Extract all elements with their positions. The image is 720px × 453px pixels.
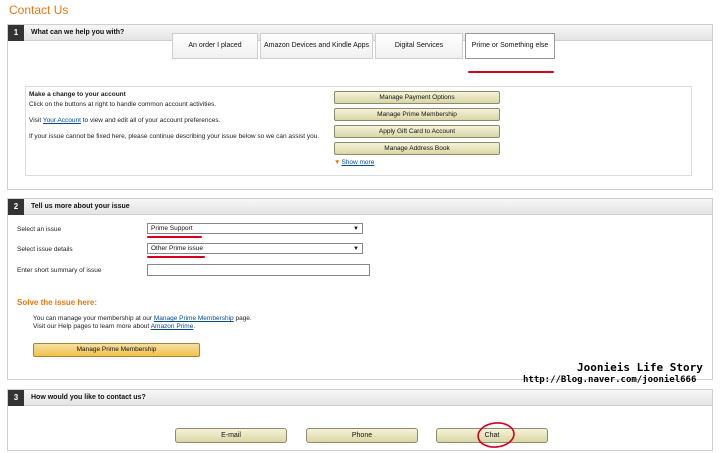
section-header: 3 How would you like to contact us?	[8, 390, 712, 406]
details-select[interactable]: Other Prime issue ▼	[147, 243, 363, 254]
summary-label: Enter short summary of issue	[17, 267, 102, 274]
chevron-down-icon: ▼	[334, 159, 341, 166]
account-heading: Make a change to your account	[29, 91, 126, 98]
tab-devices[interactable]: Amazon Devices and Kindle Apps	[260, 33, 373, 59]
show-more-link[interactable]: ▼Show more	[334, 159, 374, 166]
solve-text: Visit our Help pages to learn more about…	[33, 323, 196, 330]
solve-title: Solve the issue here:	[17, 298, 98, 307]
annotation-circle	[477, 422, 515, 448]
annotation-underline	[147, 256, 205, 258]
step-number: 2	[8, 199, 24, 215]
issue-select[interactable]: Prime Support ▼	[147, 223, 363, 234]
page-title: Contact Us	[9, 3, 69, 17]
apply-gift-card-button[interactable]: Apply Gift Card to Account	[334, 125, 500, 138]
manage-prime-membership-button[interactable]: Manage Prime Membership	[33, 343, 200, 357]
amazon-prime-link[interactable]: Amazon Prime	[151, 323, 194, 330]
annotation-underline	[147, 236, 202, 238]
manage-prime-link[interactable]: Manage Prime Membership	[154, 315, 234, 322]
tab-prime[interactable]: Prime or Something else	[465, 33, 555, 59]
account-text: If your issue cannot be fixed here, plea…	[29, 133, 320, 140]
account-text: Visit Your Account to view and edit all …	[29, 117, 221, 124]
dropdown-arrow-icon: ▼	[353, 226, 359, 232]
watermark-url: http://Blog.naver.com/jooniel666	[523, 375, 697, 385]
issue-label: Select an issue	[17, 226, 62, 233]
tab-order[interactable]: An order I placed	[172, 33, 258, 59]
step-number: 1	[8, 25, 24, 41]
watermark-title: Joonieis Life Story	[577, 361, 703, 374]
section-title: Tell us more about your issue	[31, 203, 130, 210]
solve-text: You can manage your membership at our Ma…	[33, 315, 252, 322]
dropdown-arrow-icon: ▼	[353, 246, 359, 252]
step-number: 3	[8, 390, 24, 406]
your-account-link[interactable]: Your Account	[43, 117, 81, 124]
section-title: How would you like to contact us?	[31, 394, 146, 401]
details-label: Select issue details	[17, 246, 73, 253]
email-button[interactable]: E-mail	[175, 428, 287, 443]
manage-address-button[interactable]: Manage Address Book	[334, 142, 500, 155]
manage-prime-button[interactable]: Manage Prime Membership	[334, 108, 500, 121]
summary-input[interactable]	[147, 264, 370, 276]
manage-payment-button[interactable]: Manage Payment Options	[334, 91, 500, 104]
annotation-underline	[468, 71, 554, 73]
account-text: Click on the buttons at right to handle …	[29, 101, 217, 108]
section-header: 2 Tell us more about your issue	[8, 199, 712, 215]
section-title: What can we help you with?	[31, 29, 125, 36]
tab-digital[interactable]: Digital Services	[375, 33, 463, 59]
phone-button[interactable]: Phone	[306, 428, 418, 443]
